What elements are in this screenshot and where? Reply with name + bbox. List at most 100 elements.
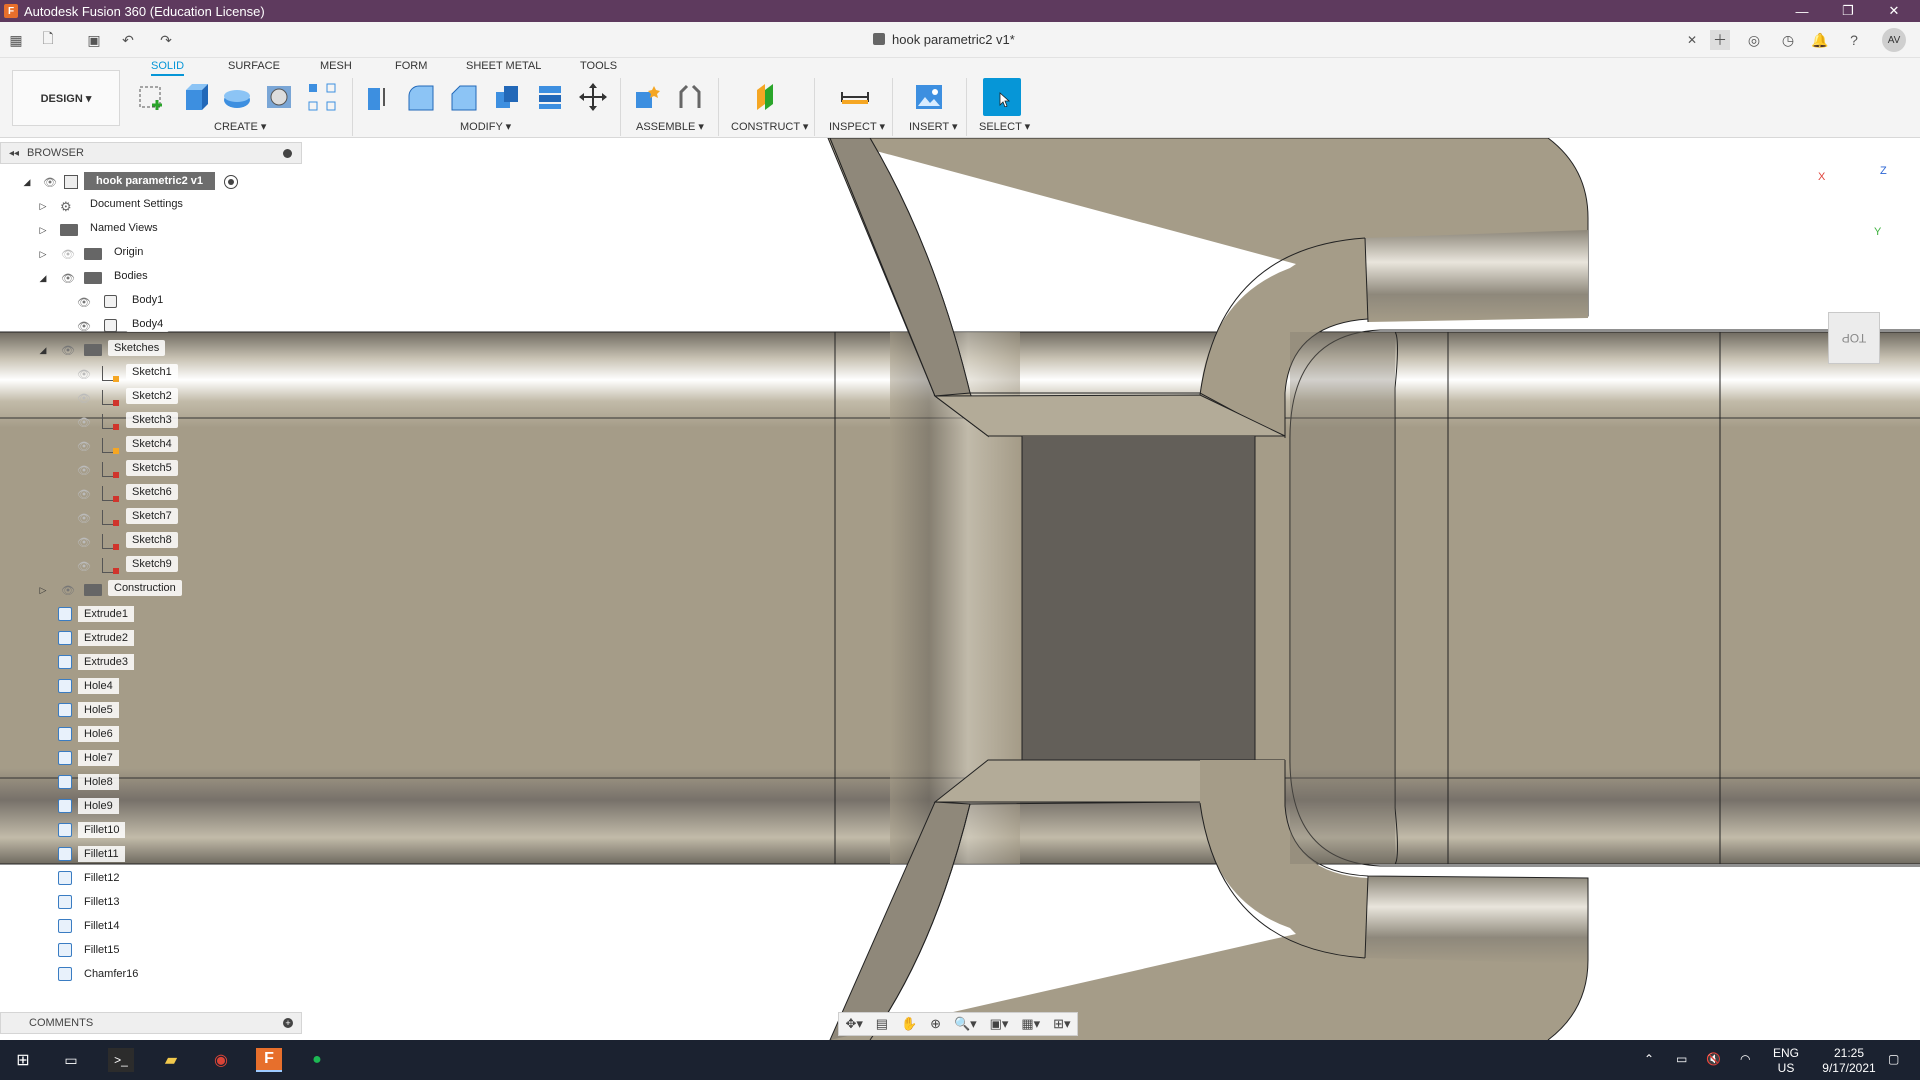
construct-menu[interactable]: CONSTRUCT ▾	[731, 120, 808, 133]
terminal-app-icon[interactable]: >_	[108, 1048, 134, 1072]
task-view-icon[interactable]: ▭	[58, 1048, 84, 1072]
timeline-feature-item[interactable]: Fillet11	[58, 844, 125, 864]
shell-icon[interactable]	[490, 80, 524, 114]
tab-surface[interactable]: SURFACE	[228, 60, 280, 76]
expand-triangle-icon[interactable]: ▷	[36, 583, 50, 597]
new-tab-plus-icon[interactable]: ＋	[1710, 30, 1730, 50]
document-tab-title[interactable]: hook parametric2 v1*	[892, 32, 1015, 47]
volume-muted-icon[interactable]: 🔇	[1706, 1052, 1721, 1067]
close-button[interactable]: ✕	[1872, 0, 1916, 22]
move-copy-icon[interactable]	[576, 80, 610, 114]
workspace-switcher[interactable]: DESIGN ▾	[12, 70, 120, 126]
chamfer-icon[interactable]	[446, 80, 480, 114]
split-body-icon[interactable]	[533, 80, 567, 114]
inspect-menu[interactable]: INSPECT ▾	[829, 120, 885, 133]
view-cube[interactable]: TOP	[1828, 312, 1880, 364]
create-menu[interactable]: CREATE ▾	[214, 120, 266, 133]
hidden-eye-icon[interactable]: 👁	[76, 367, 92, 381]
save-icon[interactable]: ▣	[84, 30, 104, 50]
expand-triangle-icon[interactable]: ▷	[36, 199, 50, 213]
hidden-eye-icon[interactable]: 👁	[76, 463, 92, 477]
new-component-icon[interactable]	[630, 80, 664, 114]
hidden-eye-icon[interactable]: 👁	[60, 247, 76, 261]
viewports-icon[interactable]: ⊞▾	[1053, 1016, 1070, 1032]
chrome-icon[interactable]: ◉	[208, 1048, 234, 1072]
tab-tools[interactable]: TOOLS	[580, 60, 617, 76]
panel-pin-icon[interactable]	[283, 148, 292, 158]
visibility-eye-icon[interactable]: 👁	[60, 271, 76, 285]
collapse-panel-icon[interactable]: ◂◂	[9, 148, 19, 159]
grid-icon[interactable]: ▦▾	[1021, 1016, 1040, 1032]
add-comment-icon[interactable]: +	[283, 1018, 293, 1028]
hidden-eye-icon[interactable]: 👁	[76, 439, 92, 453]
browser-item-named-views[interactable]: ▷ Named Views	[36, 220, 296, 240]
tab-form[interactable]: FORM	[395, 60, 427, 76]
press-pull-icon[interactable]	[360, 80, 394, 114]
close-tab-icon[interactable]: ✕	[1682, 30, 1702, 50]
browser-item-origin[interactable]: ▷ 👁 Origin	[36, 244, 296, 264]
clock[interactable]: 21:25 9/17/2021	[1814, 1046, 1884, 1076]
tab-mesh[interactable]: MESH	[320, 60, 352, 76]
battery-icon[interactable]: ▭	[1676, 1052, 1687, 1067]
timeline-feature-item[interactable]: Hole9	[58, 796, 119, 816]
data-panel-grid-icon[interactable]: ▦	[6, 30, 26, 50]
fusion-taskbar-icon[interactable]: F	[256, 1048, 282, 1072]
hidden-eye-icon[interactable]: 👁	[76, 559, 92, 573]
visibility-eye-icon[interactable]: 👁	[76, 295, 92, 309]
timeline-feature-item[interactable]: Hole7	[58, 748, 119, 768]
timeline-feature-item[interactable]: Extrude3	[58, 652, 135, 672]
expand-triangle-icon[interactable]: ▷	[36, 247, 50, 261]
hidden-eye-icon[interactable]: 👁	[76, 415, 92, 429]
browser-item-sketches[interactable]: ◢ 👁 Sketches	[36, 340, 296, 360]
input-language[interactable]: ENG US	[1770, 1046, 1802, 1076]
revolve-icon[interactable]	[220, 80, 254, 114]
notification-center-icon[interactable]: ▢	[1888, 1052, 1899, 1067]
restore-button[interactable]: ❐	[1826, 0, 1870, 22]
collapse-triangle-icon[interactable]: ◢	[36, 271, 50, 285]
pan-hand-icon[interactable]: ✋	[901, 1016, 917, 1032]
visibility-eye-icon[interactable]: 👁	[60, 583, 76, 597]
select-icon[interactable]	[983, 78, 1021, 116]
timeline-feature-item[interactable]: Chamfer16	[58, 964, 145, 984]
help-icon[interactable]: ?	[1844, 30, 1864, 50]
select-menu[interactable]: SELECT ▾	[979, 120, 1030, 133]
browser-item-document-settings[interactable]: ▷ ⚙ Document Settings	[36, 196, 296, 216]
insert-image-icon[interactable]	[912, 80, 946, 114]
visibility-eye-icon[interactable]: 👁	[60, 343, 76, 357]
windows-start-icon[interactable]: ⊞	[10, 1048, 36, 1072]
browser-item-construction[interactable]: ▷ 👁 Construction	[36, 580, 296, 600]
tray-chevron-icon[interactable]: ⌃	[1644, 1052, 1654, 1067]
display-settings-icon[interactable]: ▣▾	[990, 1016, 1009, 1032]
timeline-feature-item[interactable]: Fillet12	[58, 868, 126, 888]
timeline-feature-item[interactable]: Fillet10	[58, 820, 126, 840]
timeline-feature-item[interactable]: Hole5	[58, 700, 119, 720]
measure-icon[interactable]	[838, 80, 872, 114]
visibility-eye-icon[interactable]: 👁	[42, 175, 58, 189]
extrude-icon[interactable]	[178, 80, 212, 114]
timeline-feature-item[interactable]: Hole6	[58, 724, 119, 744]
hidden-eye-icon[interactable]: 👁	[76, 391, 92, 405]
spotify-icon[interactable]: ●	[304, 1048, 330, 1072]
tab-solid[interactable]: SOLID	[151, 60, 185, 76]
notifications-bell-icon[interactable]: 🔔	[1810, 30, 1830, 50]
redo-icon[interactable]: ↷	[156, 30, 176, 50]
fillet-icon[interactable]	[403, 80, 437, 114]
expand-triangle-icon[interactable]: ◢	[20, 175, 34, 189]
browser-item-bodies[interactable]: ◢ 👁 Bodies	[36, 268, 296, 288]
zoom-icon[interactable]: ⊕	[930, 1016, 941, 1032]
timeline-feature-item[interactable]: Fillet13	[58, 892, 126, 912]
orbit-icon[interactable]: ✥▾	[845, 1016, 862, 1032]
collapse-triangle-icon[interactable]: ◢	[36, 343, 50, 357]
assemble-menu[interactable]: ASSEMBLE ▾	[636, 120, 704, 133]
hidden-eye-icon[interactable]: 👁	[76, 511, 92, 525]
insert-menu[interactable]: INSERT ▾	[909, 120, 958, 133]
tab-sheet-metal[interactable]: SHEET METAL	[466, 60, 541, 76]
offset-plane-icon[interactable]	[749, 80, 783, 114]
pattern-icon[interactable]	[305, 80, 339, 114]
joint-icon[interactable]	[673, 80, 707, 114]
timeline-feature-item[interactable]: Hole4	[58, 676, 119, 696]
look-at-icon[interactable]: ▤	[876, 1016, 888, 1032]
hole-icon[interactable]	[262, 80, 296, 114]
active-component-radio-icon[interactable]	[224, 175, 238, 189]
timeline-feature-item[interactable]: Fillet14	[58, 916, 126, 936]
